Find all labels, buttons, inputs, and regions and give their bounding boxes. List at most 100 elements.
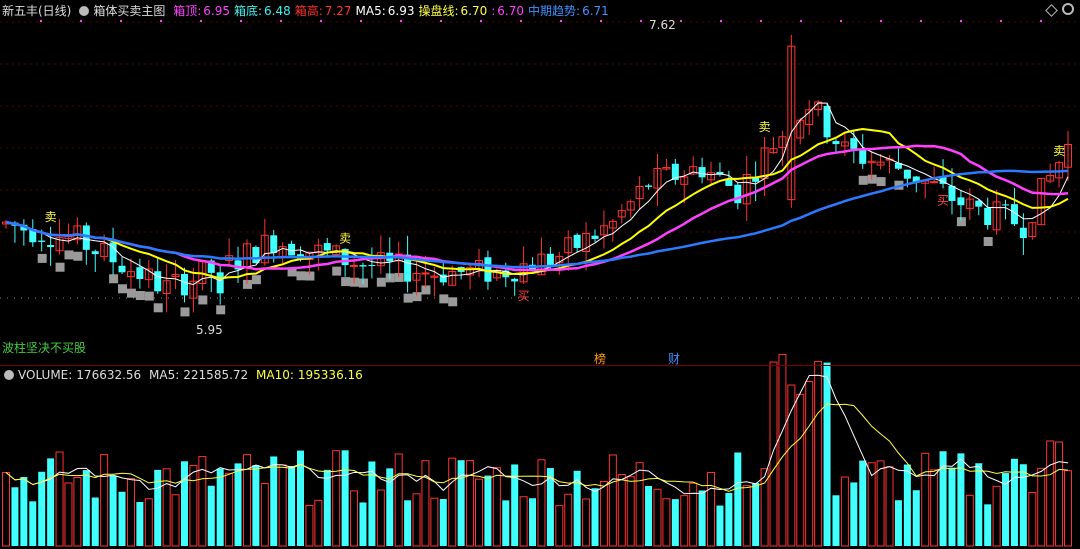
volume-ma10-value: 195336.16 — [297, 368, 363, 382]
grey-box — [37, 253, 47, 263]
volume-bar-down — [216, 468, 224, 546]
header-item-label: : — [491, 4, 496, 18]
volume-bar-up — [394, 453, 403, 547]
grey-box — [144, 291, 154, 301]
volume-bar-down — [270, 456, 278, 546]
header-item-label: 箱顶: — [173, 4, 202, 18]
volume-bar-up — [555, 505, 564, 547]
volume-bar-down — [252, 465, 260, 546]
volume-bar-up — [474, 478, 483, 547]
volume-ma5-value: 221585.72 — [183, 368, 249, 382]
grey-box — [118, 284, 128, 294]
volume-bar-up — [805, 380, 814, 547]
volume-bar-up — [466, 460, 475, 547]
grey-box — [858, 175, 868, 185]
volume-bar-up — [582, 498, 591, 547]
volume-bar-down — [288, 465, 296, 546]
volume-bar-up — [662, 498, 671, 547]
volume-bar-up — [305, 504, 314, 547]
header-item-label: 箱底: — [233, 4, 263, 18]
volume-dot-icon[interactable] — [4, 370, 14, 380]
volume-bar-up — [126, 478, 135, 547]
volume-bar-up — [626, 476, 635, 547]
candle-body-down — [136, 267, 144, 280]
volume-bar-down — [323, 469, 331, 546]
grey-box — [376, 277, 386, 287]
volume-bar-down — [823, 362, 831, 546]
candle-body-down — [573, 234, 581, 248]
header-item-label: 操盘线: — [418, 4, 459, 18]
volume-bar-up — [189, 465, 198, 547]
header-item-value: 6.70 — [497, 4, 525, 18]
volume-bar-down — [29, 501, 37, 546]
indicator-dot-icon[interactable] — [79, 6, 90, 16]
header-item-value: 6.93 — [387, 4, 415, 18]
volume-bar-up — [350, 490, 359, 547]
candle-body-down — [1019, 227, 1027, 239]
volume-bar-up — [796, 393, 805, 547]
volume-bar-up — [412, 493, 421, 547]
volume-bar-down — [82, 470, 90, 546]
candle-body-up — [930, 181, 939, 184]
volume-value: 176632.56 — [76, 368, 142, 382]
header-item-value: 7.27 — [324, 4, 352, 18]
grey-box — [180, 307, 190, 317]
volume-bar-up — [564, 493, 573, 547]
volume-bar-down — [207, 485, 215, 546]
volume-bar-down — [20, 476, 28, 546]
grey-box — [341, 277, 351, 287]
volume-bar-down — [591, 488, 599, 546]
volume-bar-up — [144, 498, 153, 547]
volume-bar-up — [617, 474, 626, 547]
stock-title: 新五丰(日线) — [2, 4, 72, 18]
grey-box — [296, 271, 306, 281]
volume-bar-up — [680, 495, 689, 547]
volume-bar-down — [903, 464, 911, 546]
volume-bar-down — [359, 502, 367, 546]
volume-bar-up — [599, 481, 608, 547]
volume-bar-down — [984, 504, 992, 546]
trend-line — [5, 169, 1069, 269]
volume-bar-down — [752, 482, 760, 546]
candle-body-down — [118, 265, 126, 273]
settings-icon[interactable] — [1062, 3, 1074, 15]
volume-bar-up — [921, 452, 930, 547]
volume-bar-down — [734, 452, 742, 546]
grey-box — [198, 295, 208, 305]
candle-body-down — [546, 253, 554, 265]
volume-bar-up — [930, 469, 939, 547]
volume-label: VOLUME: — [18, 368, 73, 382]
candle-body-down — [725, 179, 733, 186]
volume-bar-up — [814, 360, 823, 547]
volume-bar-down — [716, 505, 724, 546]
volume-bar-up — [376, 489, 385, 547]
volume-bar-down — [957, 453, 965, 546]
volume-bar-up — [332, 450, 341, 547]
grey-box — [126, 288, 136, 298]
buy-marker: 买 — [937, 193, 949, 207]
candle-body-down — [511, 278, 519, 282]
volume-bar-down — [368, 461, 376, 546]
buy-marker: 买 — [518, 289, 530, 303]
volume-bar-down — [894, 500, 902, 546]
candle-body-down — [698, 167, 706, 178]
operate-line — [5, 127, 1069, 280]
candle-body-down — [832, 141, 840, 145]
volume-bar-up — [225, 472, 234, 547]
header-item-value: 6.70 — [460, 4, 488, 18]
volume-bar-down — [439, 499, 447, 546]
grey-box — [216, 305, 226, 315]
header-item-value: 6.95 — [203, 4, 230, 18]
volume-bar-up — [840, 476, 849, 547]
volume-bar-up — [769, 361, 778, 547]
volume-bar-up — [608, 454, 617, 547]
volume-bar-up — [885, 466, 894, 547]
candle-body-down — [323, 243, 331, 251]
volume-bar-down — [859, 460, 867, 546]
volume-bar-up — [171, 494, 180, 547]
candle-body-down — [859, 149, 867, 164]
ma5-line — [5, 102, 1069, 286]
high-price-label: 7.62 — [649, 18, 676, 32]
candle-body-down — [270, 235, 278, 254]
candle-body-down — [252, 247, 260, 264]
